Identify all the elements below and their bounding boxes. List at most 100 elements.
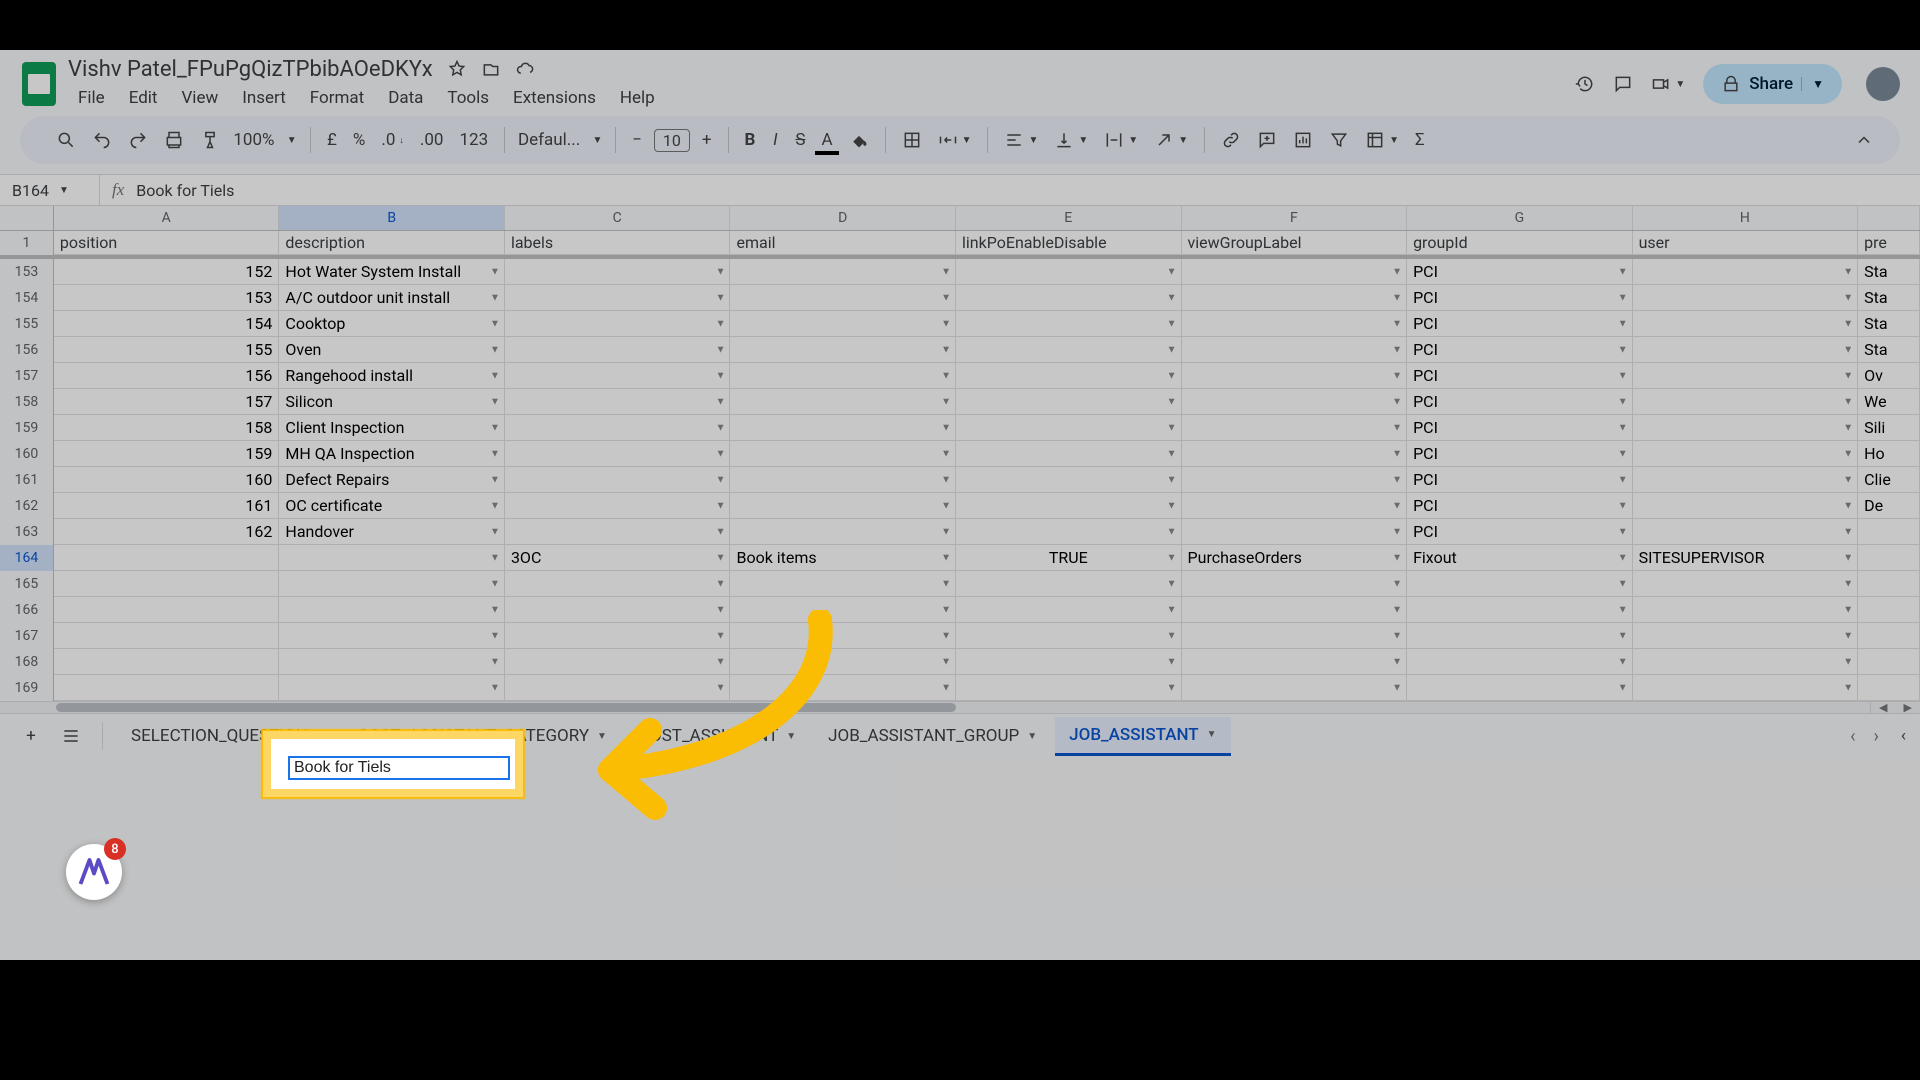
borders-button[interactable] xyxy=(896,127,928,153)
currency-button[interactable]: £ xyxy=(321,127,343,153)
cell[interactable]: ▼ xyxy=(505,259,731,285)
cell[interactable]: 162 xyxy=(54,519,280,545)
cell[interactable]: ▼ xyxy=(505,519,731,545)
cell[interactable]: position xyxy=(54,231,280,255)
cell[interactable]: ▼ xyxy=(730,597,956,623)
chevron-down-icon[interactable]: ▼ xyxy=(490,318,500,329)
chevron-down-icon[interactable]: ▼ xyxy=(716,422,726,433)
chevron-down-icon[interactable]: ▼ xyxy=(1167,526,1177,537)
chevron-down-icon[interactable]: ▼ xyxy=(1618,682,1628,693)
cell[interactable]: ▼ xyxy=(1633,649,1859,675)
chevron-down-icon[interactable]: ▼ xyxy=(1618,578,1628,589)
valign-button[interactable]: ▼ xyxy=(1048,127,1094,153)
chevron-down-icon[interactable]: ▼ xyxy=(597,731,607,742)
all-sheets-button[interactable] xyxy=(54,719,88,753)
cell[interactable]: ▼ xyxy=(1182,467,1408,493)
chevron-down-icon[interactable]: ▼ xyxy=(1392,422,1402,433)
chevron-down-icon[interactable]: ▼ xyxy=(1843,630,1853,641)
paint-format-icon[interactable] xyxy=(194,127,226,153)
cell[interactable]: ▼ xyxy=(1633,259,1859,285)
cell[interactable]: 157 xyxy=(54,389,280,415)
chevron-down-icon[interactable]: ▼ xyxy=(1618,552,1628,563)
chevron-down-icon[interactable]: ▼ xyxy=(1392,500,1402,511)
cell[interactable]: ▼ xyxy=(1182,675,1408,701)
cell[interactable]: ▼ xyxy=(730,285,956,311)
chevron-down-icon[interactable]: ▼ xyxy=(1167,500,1177,511)
row-header[interactable]: 159 xyxy=(0,415,54,441)
cell[interactable]: ▼ xyxy=(505,363,731,389)
chevron-down-icon[interactable]: ▼ xyxy=(1618,396,1628,407)
cell[interactable]: De xyxy=(1858,493,1920,519)
cell[interactable]: ▼ xyxy=(1182,649,1408,675)
chevron-down-icon[interactable]: ▼ xyxy=(716,552,726,563)
cell[interactable]: ▼ xyxy=(1633,311,1859,337)
cell[interactable]: ▼ xyxy=(730,363,956,389)
chevron-down-icon[interactable]: ▼ xyxy=(941,656,951,667)
cell[interactable]: ▼ xyxy=(956,441,1182,467)
chevron-down-icon[interactable]: ▼ xyxy=(490,526,500,537)
cell[interactable] xyxy=(1858,545,1920,571)
cell[interactable]: ▼ xyxy=(956,389,1182,415)
chevron-down-icon[interactable]: ▼ xyxy=(1843,318,1853,329)
filter-views-button[interactable]: ▼ xyxy=(1359,127,1405,153)
chevron-down-icon[interactable]: ▼ xyxy=(786,731,796,742)
cell[interactable]: Book items▼ xyxy=(730,545,956,571)
col-header[interactable]: A xyxy=(54,206,280,230)
cell[interactable]: 155 xyxy=(54,337,280,363)
insert-comment-button[interactable] xyxy=(1251,127,1283,153)
cell[interactable]: linkPoEnableDisable xyxy=(956,231,1182,255)
cell[interactable]: ▼ xyxy=(279,675,505,701)
cell[interactable]: ▼ xyxy=(1633,441,1859,467)
cell[interactable]: ▼ xyxy=(730,311,956,337)
cell[interactable]: MH QA Inspection▼ xyxy=(279,441,505,467)
cell[interactable]: 160 xyxy=(54,467,280,493)
chevron-down-icon[interactable]: ▼ xyxy=(490,500,500,511)
chevron-down-icon[interactable]: ▼ xyxy=(1843,448,1853,459)
chevron-down-icon[interactable]: ▼ xyxy=(716,500,726,511)
cell[interactable]: PCI▼ xyxy=(1407,493,1633,519)
row-header[interactable]: 153 xyxy=(0,259,54,285)
chevron-down-icon[interactable]: ▼ xyxy=(941,578,951,589)
chevron-down-icon[interactable]: ▼ xyxy=(716,682,726,693)
chevron-down-icon[interactable]: ▼ xyxy=(1843,396,1853,407)
menu-view[interactable]: View xyxy=(171,84,228,112)
chevron-down-icon[interactable]: ▼ xyxy=(490,474,500,485)
chevron-down-icon[interactable]: ▼ xyxy=(1392,526,1402,537)
cell[interactable]: ▼ xyxy=(505,493,731,519)
cell[interactable]: ▼ xyxy=(1182,415,1408,441)
sheets-logo-icon[interactable] xyxy=(22,62,56,106)
chevron-down-icon[interactable]: ▼ xyxy=(1618,448,1628,459)
cell[interactable]: 152 xyxy=(54,259,280,285)
chevron-down-icon[interactable]: ▼ xyxy=(1843,292,1853,303)
cell[interactable]: ▼ xyxy=(505,389,731,415)
chevron-down-icon[interactable]: ▼ xyxy=(490,682,500,693)
cell[interactable]: ▼ xyxy=(505,285,731,311)
chevron-down-icon[interactable]: ▼ xyxy=(490,370,500,381)
cell[interactable]: ▼ xyxy=(1182,311,1408,337)
redo-icon[interactable] xyxy=(122,127,154,153)
col-header[interactable]: G xyxy=(1407,206,1633,230)
chevron-down-icon[interactable]: ▼ xyxy=(490,292,500,303)
chevron-down-icon[interactable]: ▼ xyxy=(1392,344,1402,355)
cell[interactable]: Oven▼ xyxy=(279,337,505,363)
cell[interactable]: ▼ xyxy=(956,493,1182,519)
chevron-down-icon[interactable]: ▼ xyxy=(1167,474,1177,485)
cell[interactable]: PCI▼ xyxy=(1407,311,1633,337)
italic-button[interactable]: I xyxy=(765,127,785,153)
history-icon[interactable] xyxy=(1575,74,1595,94)
cell[interactable]: ▼ xyxy=(956,259,1182,285)
increase-decimal-button[interactable]: .00 xyxy=(414,127,450,153)
chevron-down-icon[interactable]: ▼ xyxy=(1167,656,1177,667)
cell[interactable] xyxy=(1858,623,1920,649)
cell[interactable]: ▼ xyxy=(505,415,731,441)
cell[interactable]: ▼ xyxy=(956,415,1182,441)
cell[interactable]: ▼ xyxy=(730,571,956,597)
cell[interactable]: 158 xyxy=(54,415,280,441)
cell[interactable]: Defect Repairs▼ xyxy=(279,467,505,493)
zoom-select[interactable]: 100% ▼ xyxy=(230,127,300,153)
cell[interactable]: Silicon▼ xyxy=(279,389,505,415)
cell[interactable]: ▼ xyxy=(956,363,1182,389)
cell[interactable]: ▼ xyxy=(730,493,956,519)
chevron-down-icon[interactable]: ▼ xyxy=(1392,656,1402,667)
undo-icon[interactable] xyxy=(86,127,118,153)
